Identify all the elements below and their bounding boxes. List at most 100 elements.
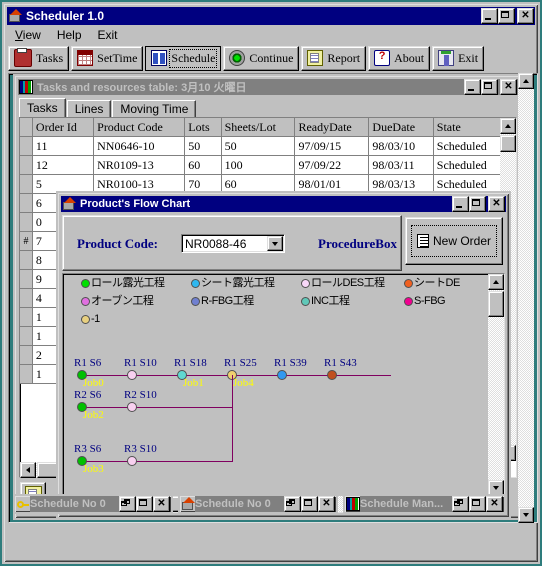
flow-node-r2-s10[interactable] xyxy=(127,402,137,412)
node-label-r2-s10: R2 S10 xyxy=(124,389,157,401)
flow-scroll-up-button[interactable] xyxy=(488,274,504,290)
toolbar-button-exit[interactable]: Exit xyxy=(432,45,485,71)
cell-lots: 50 xyxy=(184,136,222,156)
row-header[interactable] xyxy=(20,364,33,384)
row-header[interactable] xyxy=(20,307,33,327)
tasks-scroll-left-button[interactable] xyxy=(20,462,36,478)
menu-item-help[interactable]: Help xyxy=(49,26,90,44)
row-header[interactable] xyxy=(20,136,33,156)
toolbar-button-schedule[interactable]: Schedule xyxy=(145,45,222,71)
legend-dot-s-fbg xyxy=(404,297,413,306)
menu-item-exit[interactable]: Exit xyxy=(90,26,126,44)
maximize-button[interactable] xyxy=(498,8,515,24)
maximize-button-0[interactable] xyxy=(136,496,153,512)
row-header[interactable] xyxy=(20,174,33,194)
column-due-date[interactable]: DueDate xyxy=(368,118,434,137)
app-title: Scheduler 1.0 xyxy=(26,9,105,23)
cell-sheets-lot: 100 xyxy=(221,155,296,175)
maximize-button-2[interactable] xyxy=(469,496,486,512)
row-header[interactable] xyxy=(20,193,33,213)
legend-label-3: シートDE xyxy=(414,277,460,289)
legend-dot-sheet-des xyxy=(404,279,413,288)
minimized-window-title-2: Schedule Man... xyxy=(360,496,452,512)
mdi-scroll-up-button[interactable] xyxy=(518,73,534,89)
toolbar-button-continue[interactable]: Continue xyxy=(223,45,300,71)
flow-minimize-button[interactable] xyxy=(452,196,469,212)
menu-item-view[interactable]: View xyxy=(7,26,49,44)
toolbar-button-settime[interactable]: SetTime xyxy=(71,45,144,71)
flow-maximize-button[interactable] xyxy=(469,196,486,212)
arrow-left-icon xyxy=(26,467,30,473)
column-product-code[interactable]: Product Code xyxy=(93,118,186,137)
tab-tasks[interactable]: Tasks xyxy=(19,98,66,117)
table-corner-cell[interactable] xyxy=(20,118,33,137)
flow-node-r3-s10[interactable] xyxy=(127,456,137,466)
toolbar-button-tasks[interactable]: Tasks xyxy=(8,45,70,71)
flow-node-r1-s43[interactable] xyxy=(327,370,337,380)
tab-moving-time[interactable]: Moving Time xyxy=(112,100,197,117)
tasks-maximize-button[interactable] xyxy=(481,79,498,95)
flow-chart-canvas[interactable]: ロール露光工程 シート露光工程 ロールDES工程 シートDE オーブン工程 R-… xyxy=(63,274,488,496)
legend-label-7: S-FBG xyxy=(414,295,446,307)
flow-vertical-scrollbar[interactable] xyxy=(488,274,504,496)
row-header[interactable] xyxy=(20,155,33,175)
tab-lines[interactable]: Lines xyxy=(66,100,112,117)
chevron-down-icon[interactable] xyxy=(267,236,283,251)
tasks-vertical-thumb[interactable] xyxy=(500,135,516,152)
row-header[interactable] xyxy=(20,345,33,365)
table-header-row: Order Id Product Code Lots Sheets/Lot Re… xyxy=(20,118,516,137)
table-row[interactable]: 11 NN0646-10 50 50 97/09/15 98/03/10 Sch… xyxy=(20,136,516,156)
toolbar-label-exit: Exit xyxy=(458,50,479,65)
restore-button-2[interactable] xyxy=(452,496,469,512)
legend-dot-sheet-exposure xyxy=(191,279,200,288)
flow-close-button[interactable]: ✕ xyxy=(488,196,505,212)
column-ready-date[interactable]: ReadyDate xyxy=(294,118,370,137)
flow-node-r1-s39[interactable] xyxy=(277,370,287,380)
mdi-scroll-down-button[interactable] xyxy=(518,507,534,523)
legend-item-4: オーブン工程 xyxy=(81,295,154,307)
table-row[interactable]: 12 NR0109-13 60 100 97/09/22 98/03/11 Sc… xyxy=(20,155,516,175)
legend-item-8: -1 xyxy=(81,314,100,325)
row-header-marked[interactable]: # xyxy=(20,231,33,251)
close-button-1[interactable]: ✕ xyxy=(318,496,335,512)
minimize-button[interactable] xyxy=(481,8,498,24)
restore-button-1[interactable] xyxy=(284,496,301,512)
row-header[interactable] xyxy=(20,288,33,308)
mdi-vertical-scrollbar[interactable] xyxy=(518,73,534,523)
new-order-button[interactable]: New Order xyxy=(405,217,503,265)
minimized-window-2[interactable]: Schedule Man... ✕ xyxy=(343,494,506,514)
product-code-combobox[interactable]: NR0088-46 xyxy=(181,234,285,253)
cell-product-code: NN0646-10 xyxy=(93,136,186,156)
toolbar: Tasks SetTime Schedule Continue Report A… xyxy=(8,44,534,72)
column-sheets-lot[interactable]: Sheets/Lot xyxy=(221,118,296,137)
tasks-close-button[interactable]: ✕ xyxy=(500,79,517,95)
flow-vertical-thumb[interactable] xyxy=(488,291,504,317)
node-label-r1-s25: R1 S25 xyxy=(224,357,257,369)
minimized-window-title-0: Schedule No 0 xyxy=(30,496,119,512)
tasks-minimize-button[interactable] xyxy=(464,79,481,95)
app-title-bar: Scheduler 1.0 ✕ xyxy=(7,7,535,25)
close-button-2[interactable]: ✕ xyxy=(486,496,503,512)
column-order-id[interactable]: Order Id xyxy=(32,118,95,137)
tasks-tab-strip: Tasks Lines Moving Time xyxy=(19,98,197,117)
minimized-window-0[interactable]: Schedule No 0 ✕ xyxy=(13,494,173,514)
grid-icon xyxy=(19,80,33,94)
flow-chart-canvas-container[interactable]: ロール露光工程 シート露光工程 ロールDES工程 シートDE オーブン工程 R-… xyxy=(62,273,505,513)
row-header[interactable] xyxy=(20,269,33,289)
close-button-0[interactable]: ✕ xyxy=(153,496,170,512)
row-header[interactable] xyxy=(20,250,33,270)
tasks-scroll-up-button[interactable] xyxy=(500,118,516,134)
toolbar-button-about[interactable]: About xyxy=(368,45,431,71)
minimized-window-1[interactable]: Schedule No 0 ✕ xyxy=(178,494,338,514)
restore-button-0[interactable] xyxy=(119,496,136,512)
flow-node-r1-s10[interactable] xyxy=(127,370,137,380)
row-header[interactable] xyxy=(20,212,33,232)
maximize-button-1[interactable] xyxy=(301,496,318,512)
toolbar-button-report[interactable]: Report xyxy=(301,45,367,71)
legend-label-4: オーブン工程 xyxy=(91,295,154,307)
row-header[interactable] xyxy=(20,326,33,346)
job-label-job3: Job3 xyxy=(83,463,104,475)
column-lots[interactable]: Lots xyxy=(184,118,222,137)
application-window: Scheduler 1.0 ✕ View Help Exit Tasks Set… xyxy=(2,2,540,564)
close-button[interactable]: ✕ xyxy=(517,8,534,24)
